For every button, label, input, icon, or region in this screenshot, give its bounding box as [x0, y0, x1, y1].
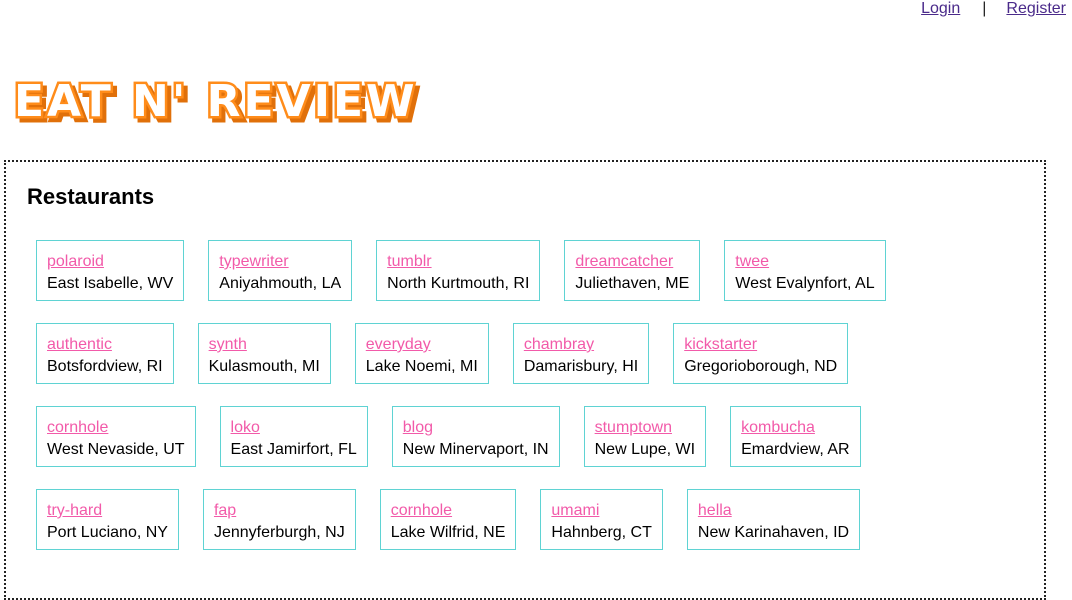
restaurant-name-link[interactable]: kickstarter	[684, 334, 837, 356]
site-logo: EAT N' REVIEW EAT N' REVIEW	[10, 74, 480, 137]
restaurant-location: Kulasmouth, MI	[208, 358, 320, 375]
restaurant-card: tumblr North Kurtmouth, RI	[376, 240, 541, 301]
restaurant-location: West Nevaside, UT	[47, 441, 185, 458]
restaurant-name-link[interactable]: cornhole	[47, 417, 185, 439]
section-title: Restaurants	[27, 184, 155, 209]
restaurant-location: Port Luciano, NY	[47, 524, 168, 541]
logo-wordmark: EAT N' REVIEW EAT N' REVIEW	[12, 74, 422, 134]
restaurant-name-link[interactable]: authentic	[47, 334, 163, 356]
top-nav: Login | Register	[921, 0, 1066, 18]
restaurant-card: chambray Damarisbury, HI	[512, 323, 650, 384]
restaurant-row: cornhole West Nevaside, UT loko East Jamirf…	[36, 406, 861, 467]
restaurant-card: loko East Jamirfort, FL	[219, 406, 368, 467]
restaurant-name-link[interactable]: everyday	[366, 334, 478, 356]
restaurant-card: dreamcatcher Juliethaven, ME	[564, 240, 701, 301]
restaurant-name-link[interactable]: polaroid	[47, 251, 173, 273]
restaurant-name-link[interactable]: fap	[214, 500, 345, 522]
restaurant-card: fap Jennyferburgh, NJ	[202, 489, 356, 550]
restaurant-location: Hahnberg, CT	[551, 524, 652, 541]
restaurant-location: West Evalynfort, AL	[735, 275, 875, 292]
restaurant-name-link[interactable]: stumptown	[595, 417, 695, 439]
restaurant-name-link[interactable]: tumblr	[387, 251, 529, 273]
restaurant-row: try-hard Port Luciano, NY fap Jennyferburgh…	[36, 489, 861, 550]
nav-separator: |	[982, 0, 987, 17]
restaurant-location: Gregorioborough, ND	[684, 358, 838, 375]
restaurant-name-link[interactable]: hella	[698, 500, 849, 522]
register-link[interactable]: Register	[1006, 0, 1066, 17]
restaurant-location: Juliethaven, ME	[575, 275, 690, 292]
restaurant-location: Botsfordview, RI	[47, 358, 163, 375]
restaurant-name-link[interactable]: typewriter	[219, 251, 341, 273]
restaurant-card: cornhole West Nevaside, UT	[36, 406, 196, 467]
restaurant-location: New Lupe, WI	[594, 441, 696, 458]
restaurant-card: stumptown New Lupe, WI	[583, 406, 707, 467]
restaurant-location: East Jamirfort, FL	[230, 441, 357, 458]
restaurant-name-link[interactable]: twee	[735, 251, 874, 273]
restaurant-location: New Minervaport, IN	[402, 441, 549, 458]
restaurant-card: synth Kulasmouth, MI	[197, 323, 331, 384]
restaurant-name-link[interactable]: cornhole	[391, 500, 506, 522]
restaurant-card: cornhole Lake Wilfrid, NE	[379, 489, 517, 550]
restaurant-card: kombucha Emardview, AR	[730, 406, 861, 467]
login-link[interactable]: Login	[921, 0, 960, 17]
svg-text:EAT N' REVIEW: EAT N' REVIEW	[14, 76, 418, 127]
restaurant-card: authentic Botsfordview, RI	[36, 323, 174, 384]
restaurant-location: North Kurtmouth, RI	[387, 275, 530, 292]
restaurant-name-link[interactable]: synth	[209, 334, 320, 356]
restaurant-name-link[interactable]: dreamcatcher	[575, 251, 689, 273]
restaurant-card: twee West Evalynfort, AL	[724, 240, 886, 301]
restaurant-card: try-hard Port Luciano, NY	[36, 489, 179, 550]
restaurant-card: everyday Lake Noemi, MI	[354, 323, 489, 384]
restaurant-location: Aniyahmouth, LA	[219, 275, 342, 292]
restaurant-name-link[interactable]: blog	[403, 417, 549, 439]
restaurant-card: umami Hahnberg, CT	[540, 489, 663, 550]
restaurant-row: authentic Botsfordview, RI synth Kulasmouth…	[36, 323, 849, 384]
restaurant-row: polaroid East Isabelle, WV typewriter Aniya…	[36, 240, 886, 301]
restaurant-location: Jennyferburgh, NJ	[213, 524, 345, 541]
restaurant-name-link[interactable]: try-hard	[47, 500, 168, 522]
restaurant-location: Emardview, AR	[741, 441, 850, 458]
restaurants-panel: Restaurants polaroid East Isabelle, WV typ…	[4, 160, 1046, 600]
restaurant-location: New Karinahaven, ID	[697, 524, 850, 541]
restaurant-name-link[interactable]: loko	[231, 417, 357, 439]
restaurant-card: blog New Minervaport, IN	[391, 406, 560, 467]
restaurant-card: polaroid East Isabelle, WV	[36, 240, 185, 301]
restaurant-name-link[interactable]: chambray	[524, 334, 638, 356]
restaurant-location: Damarisbury, HI	[523, 358, 639, 375]
restaurant-card: typewriter Aniyahmouth, LA	[208, 240, 353, 301]
restaurant-location: Lake Noemi, MI	[365, 358, 478, 375]
restaurant-name-link[interactable]: kombucha	[741, 417, 849, 439]
restaurant-name-link[interactable]: umami	[551, 500, 652, 522]
restaurant-location: Lake Wilfrid, NE	[390, 524, 506, 541]
restaurant-card: hella New Karinahaven, ID	[686, 489, 861, 550]
restaurant-card: kickstarter Gregorioborough, ND	[673, 323, 849, 384]
restaurant-location: East Isabelle, WV	[47, 275, 174, 292]
